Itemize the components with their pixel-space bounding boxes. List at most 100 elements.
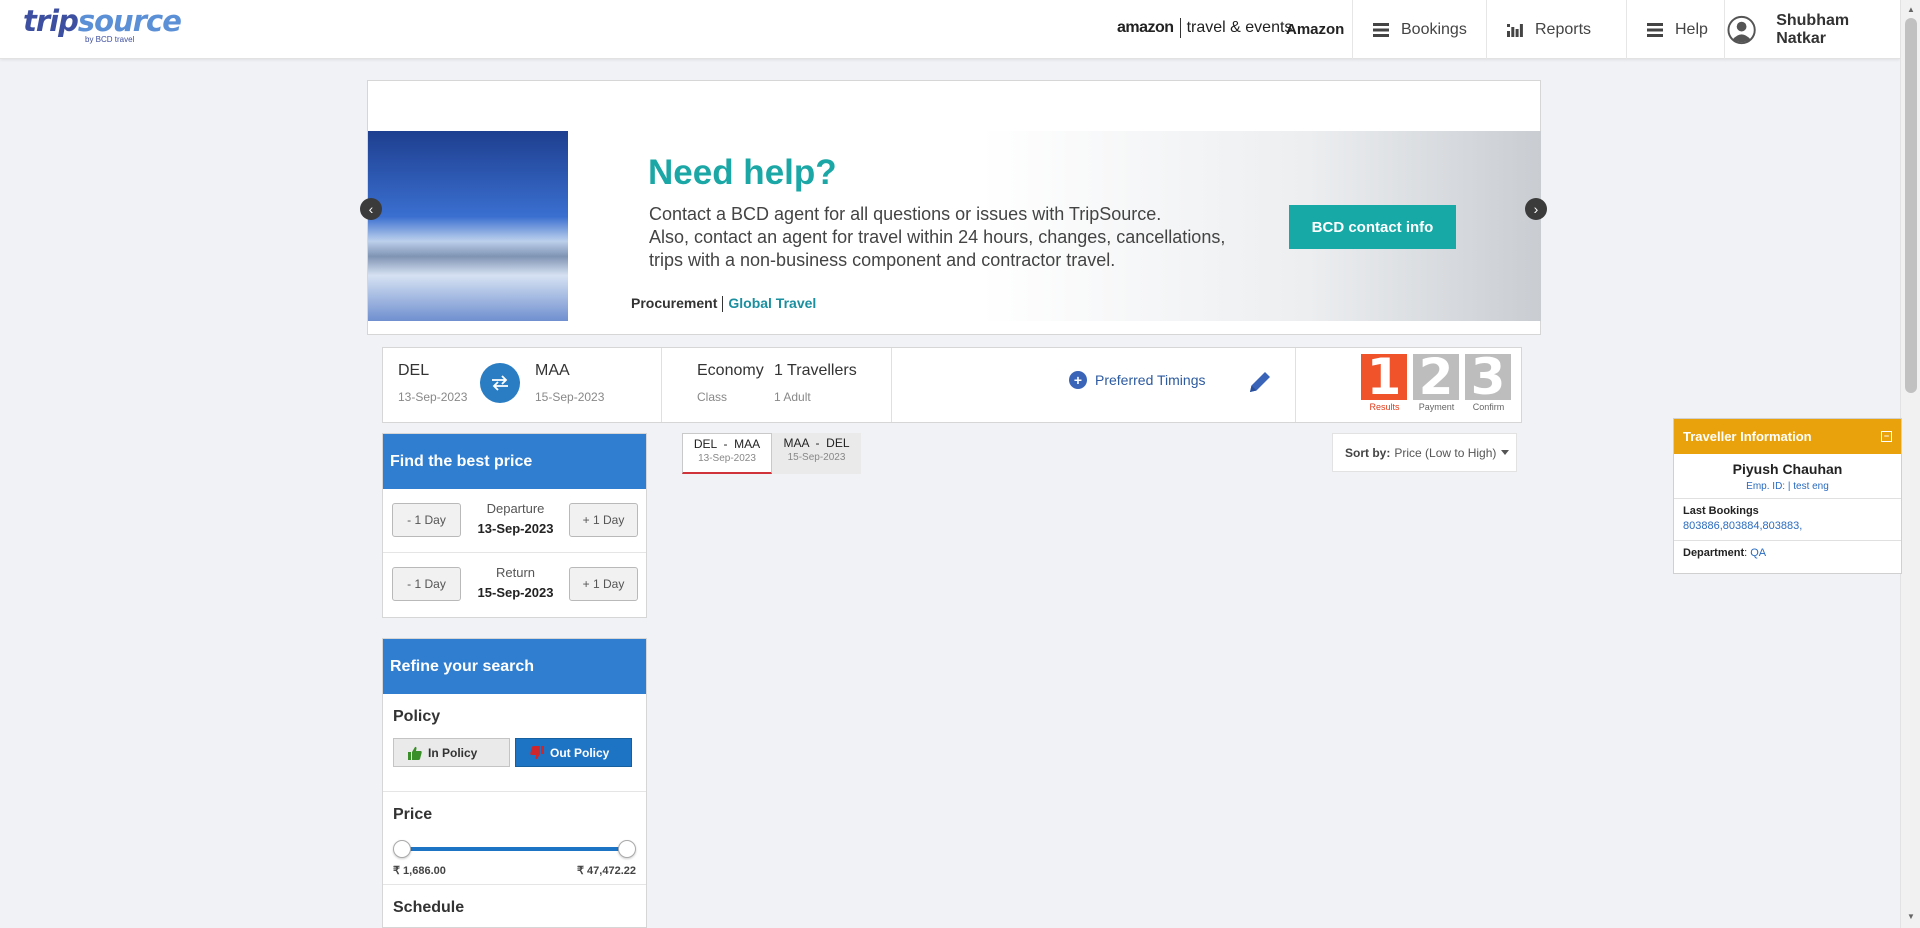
banner-line-2: Also, contact an agent for travel within…: [649, 227, 1226, 247]
banner-footer-procurement: Procurement: [631, 295, 718, 311]
banner-title: Need help?: [648, 153, 837, 192]
policy-filter: Policy In Policy Out Policy: [383, 694, 646, 792]
cabin-class-value: Economy: [697, 362, 764, 379]
bcd-contact-info-button[interactable]: BCD contact info: [1289, 205, 1456, 249]
logo-divider: [1179, 18, 1181, 38]
route-tab-date: 13-Sep-2023: [698, 453, 756, 464]
step-2-number: 2: [1413, 348, 1459, 406]
logo-text-trip: trip: [23, 4, 79, 38]
schedule-filter: Schedule: [383, 885, 646, 917]
return-label: Return: [495, 565, 536, 580]
page-scrollbar[interactable]: ▲ ▼: [1900, 0, 1920, 928]
in-policy-button[interactable]: In Policy: [393, 738, 510, 767]
scroll-up-arrow-icon[interactable]: ▲: [1907, 5, 1915, 14]
traveller-name: Piyush Chauhan: [1732, 461, 1843, 477]
banner-line-3: trips with a non-business component and …: [649, 250, 1116, 270]
airplane-wing-image: [368, 131, 568, 321]
collapse-icon[interactable]: −: [1881, 431, 1892, 442]
edit-search-button[interactable]: [1246, 368, 1274, 401]
last-bookings-links[interactable]: 803886,803884,803883,: [1683, 520, 1892, 532]
return-info: Return 15-Sep-2023: [463, 565, 568, 600]
origin-date: 13-Sep-2023: [398, 390, 468, 404]
departure-plus-day-button[interactable]: + 1 Day: [569, 503, 638, 537]
out-policy-button[interactable]: Out Policy: [515, 738, 632, 767]
amazon-travel-logo: amazon travel & events: [1117, 18, 1292, 38]
amazon-travel-text: travel & events: [1186, 19, 1293, 36]
top-navigation-bar: tripsource by BCD travel amazon travel &…: [0, 0, 1900, 59]
user-name: Shubham Natkar: [1776, 11, 1850, 47]
swap-route-button[interactable]: [480, 363, 520, 403]
destination-city: MAA: [535, 362, 570, 379]
company-name: Amazon: [1286, 21, 1345, 38]
departure-minus-day-button[interactable]: - 1 Day: [392, 503, 461, 537]
departure-info: Departure 13-Sep-2023: [463, 501, 568, 536]
traveller-emp-id: Emp. ID: | test eng: [1746, 481, 1829, 492]
footer-divider: [722, 296, 724, 313]
bar-chart-icon: [1507, 23, 1523, 37]
last-bookings: Last Bookings 803886,803884,803883,: [1674, 498, 1901, 540]
scroll-down-arrow-icon[interactable]: ▼: [1907, 912, 1915, 921]
step-3-number: 3: [1465, 348, 1511, 406]
avatar-icon: [1727, 15, 1756, 44]
price-filter: Price ₹ 1,686.00 ₹ 47,472.22: [383, 792, 646, 885]
departure-row: - 1 Day Departure 13-Sep-2023 + 1 Day: [383, 489, 646, 553]
tripsource-logo[interactable]: tripsource by BCD travel: [23, 4, 182, 52]
search-summary-bar: DEL 13-Sep-2023 MAA 15-Sep-2023 Economy …: [382, 347, 1522, 423]
sort-value: Price (Low to High): [1394, 445, 1497, 460]
department-value[interactable]: QA: [1750, 547, 1766, 559]
price-max-value: ₹ 47,472.22: [577, 865, 636, 877]
step-results: 1 Results: [1361, 348, 1408, 412]
price-slider-track: [401, 847, 628, 851]
cabin-class-label: Class: [697, 390, 728, 404]
user-menu[interactable]: Shubham Natkar: [1724, 0, 1900, 59]
find-best-price-title: Find the best price: [383, 434, 646, 489]
carousel-prev-button[interactable]: ‹: [360, 198, 382, 220]
return-date: 15-Sep-2023: [477, 585, 554, 600]
department-label: Department: [1683, 547, 1745, 559]
route-tab-del-maa[interactable]: DEL - MAA 13-Sep-2023: [682, 433, 772, 474]
logo-text-source: source: [77, 4, 182, 38]
refine-search-panel: Refine your search Policy In Policy Out …: [382, 638, 647, 928]
nav-help[interactable]: Help: [1626, 0, 1724, 59]
travellers-label: 1 Adult: [774, 390, 811, 404]
traveller-info-header: Traveller Information −: [1674, 419, 1901, 454]
preferred-timings-link[interactable]: + Preferred Timings: [1069, 371, 1205, 389]
nav-reports-label: Reports: [1535, 20, 1592, 38]
refine-search-title: Refine your search: [383, 639, 646, 694]
nav-bookings[interactable]: Bookings: [1352, 0, 1486, 59]
carousel-next-button[interactable]: ›: [1525, 198, 1547, 220]
step-payment: 2 Payment: [1413, 348, 1460, 412]
origin[interactable]: DEL 13-Sep-2023: [398, 362, 467, 404]
sort-dropdown[interactable]: Sort by: Price (Low to High): [1332, 433, 1517, 472]
price-max-handle[interactable]: [618, 840, 636, 858]
thumbs-down-icon: [530, 745, 544, 759]
route-tab-maa-del[interactable]: MAA - DEL 15-Sep-2023: [772, 433, 861, 474]
nav-bookings-label: Bookings: [1401, 20, 1467, 38]
policy-title: Policy: [393, 708, 441, 725]
last-bookings-label: Last Bookings: [1683, 505, 1759, 517]
banner-footer: Procurement Global Travel: [631, 295, 817, 313]
departure-label: Departure: [486, 501, 545, 516]
cabin-class[interactable]: Economy Class: [697, 362, 764, 404]
destination[interactable]: MAA 15-Sep-2023: [535, 362, 604, 404]
travellers[interactable]: 1 Travellers 1 Adult: [774, 362, 857, 404]
return-plus-day-button[interactable]: + 1 Day: [569, 567, 638, 601]
route-tab-label: MAA - DEL: [783, 436, 850, 450]
departure-date: 13-Sep-2023: [477, 521, 554, 536]
thumbs-up-icon: [408, 746, 422, 760]
scrollbar-thumb[interactable]: [1905, 18, 1917, 393]
return-minus-day-button[interactable]: - 1 Day: [392, 567, 461, 601]
nav-help-label: Help: [1675, 20, 1708, 38]
caret-down-icon: [1501, 450, 1510, 455]
nav-reports[interactable]: Reports: [1486, 0, 1626, 59]
banner-footer-global-travel: Global Travel: [728, 295, 817, 311]
booking-steps: 1 Results 2 Payment 3 Confirm: [1361, 348, 1512, 412]
divider: [891, 348, 892, 422]
banner-line-1: Contact a BCD agent for all questions or…: [649, 204, 1162, 224]
step-2-label: Payment: [1418, 402, 1455, 412]
price-min-handle[interactable]: [393, 840, 411, 858]
banner-text: Contact a BCD agent for all questions or…: [649, 203, 1269, 272]
price-range-slider[interactable]: [393, 838, 636, 860]
divider: [1295, 348, 1296, 422]
pencil-icon: [1250, 372, 1270, 392]
